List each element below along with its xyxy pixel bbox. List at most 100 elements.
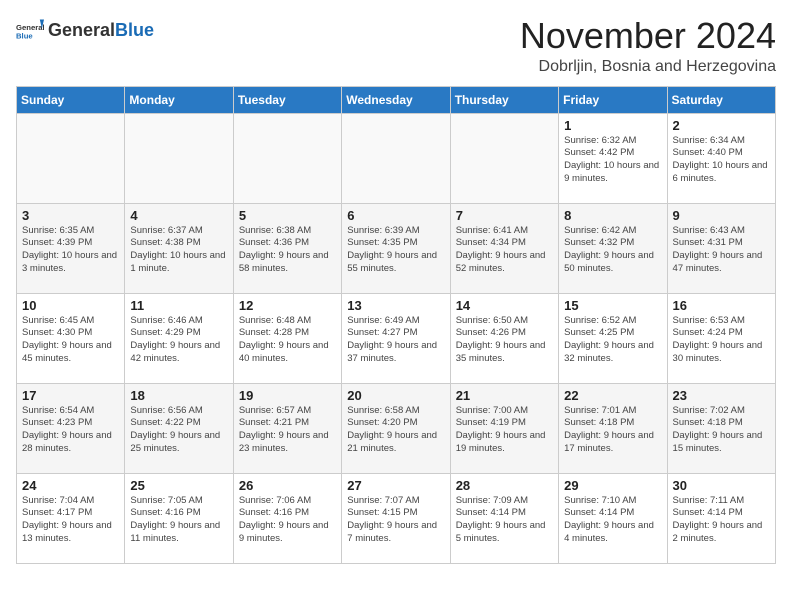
logo-icon: General Blue — [16, 16, 44, 44]
day-info: Sunrise: 7:07 AM Sunset: 4:15 PM Dayligh… — [347, 495, 444, 546]
day-info: Sunrise: 6:35 AM Sunset: 4:39 PM Dayligh… — [22, 225, 119, 276]
day-info: Sunrise: 6:37 AM Sunset: 4:38 PM Dayligh… — [130, 225, 227, 276]
calendar-cell: 3 Sunrise: 6:35 AM Sunset: 4:39 PM Daylig… — [17, 203, 125, 293]
calendar-cell: 23 Sunrise: 7:02 AM Sunset: 4:18 PM Dayli… — [667, 383, 775, 473]
day-number: 9 — [673, 208, 770, 223]
day-info: Sunrise: 7:05 AM Sunset: 4:16 PM Dayligh… — [130, 495, 227, 546]
weekday-header: Sunday — [17, 86, 125, 113]
day-number: 5 — [239, 208, 336, 223]
weekday-header: Friday — [559, 86, 667, 113]
day-number: 8 — [564, 208, 661, 223]
day-number: 2 — [673, 118, 770, 133]
svg-text:Blue: Blue — [16, 31, 33, 40]
day-info: Sunrise: 6:52 AM Sunset: 4:25 PM Dayligh… — [564, 315, 661, 366]
day-info: Sunrise: 6:32 AM Sunset: 4:42 PM Dayligh… — [564, 135, 661, 186]
calendar-cell: 14 Sunrise: 6:50 AM Sunset: 4:26 PM Dayli… — [450, 293, 558, 383]
day-number: 3 — [22, 208, 119, 223]
calendar-cell: 16Sunrise: 6:53 AM Sunset: 4:24 PM Dayli… — [667, 293, 775, 383]
day-number: 4 — [130, 208, 227, 223]
title-area: November 2024 Dobrljin, Bosnia and Herze… — [520, 16, 776, 76]
day-info: Sunrise: 7:00 AM Sunset: 4:19 PM Dayligh… — [456, 405, 553, 456]
day-info: Sunrise: 6:50 AM Sunset: 4:26 PM Dayligh… — [456, 315, 553, 366]
day-info: Sunrise: 7:09 AM Sunset: 4:14 PM Dayligh… — [456, 495, 553, 546]
day-info: Sunrise: 7:04 AM Sunset: 4:17 PM Dayligh… — [22, 495, 119, 546]
day-info: Sunrise: 6:46 AM Sunset: 4:29 PM Dayligh… — [130, 315, 227, 366]
calendar-cell: 1 Sunrise: 6:32 AM Sunset: 4:42 PM Daylig… — [559, 113, 667, 203]
calendar-cell: 2 Sunrise: 6:34 AM Sunset: 4:40 PM Daylig… — [667, 113, 775, 203]
calendar-cell: 13 Sunrise: 6:49 AM Sunset: 4:27 PM Dayli… — [342, 293, 450, 383]
day-info: Sunrise: 7:02 AM Sunset: 4:18 PM Dayligh… — [673, 405, 770, 456]
day-info: Sunrise: 6:53 AM Sunset: 4:24 PM Dayligh… — [673, 315, 770, 366]
calendar-cell — [342, 113, 450, 203]
calendar-cell: 6 Sunrise: 6:39 AM Sunset: 4:35 PM Daylig… — [342, 203, 450, 293]
day-info: Sunrise: 6:48 AM Sunset: 4:28 PM Dayligh… — [239, 315, 336, 366]
day-number: 25 — [130, 478, 227, 493]
calendar-cell: 22Sunrise: 7:01 AM Sunset: 4:18 PM Dayli… — [559, 383, 667, 473]
calendar-cell: 4 Sunrise: 6:37 AM Sunset: 4:38 PM Daylig… — [125, 203, 233, 293]
day-info: Sunrise: 6:58 AM Sunset: 4:20 PM Dayligh… — [347, 405, 444, 456]
weekday-header: Monday — [125, 86, 233, 113]
day-number: 27 — [347, 478, 444, 493]
day-number: 30 — [673, 478, 770, 493]
calendar-cell: 17 Sunrise: 6:54 AM Sunset: 4:23 PM Dayli… — [17, 383, 125, 473]
day-number: 15 — [564, 298, 661, 313]
calendar-cell: 7 Sunrise: 6:41 AM Sunset: 4:34 PM Daylig… — [450, 203, 558, 293]
logo-general-text: General — [48, 20, 115, 41]
day-info: Sunrise: 6:34 AM Sunset: 4:40 PM Dayligh… — [673, 135, 770, 186]
calendar-cell: 28 Sunrise: 7:09 AM Sunset: 4:14 PM Dayli… — [450, 473, 558, 563]
calendar-cell: 5 Sunrise: 6:38 AM Sunset: 4:36 PM Daylig… — [233, 203, 341, 293]
logo: General Blue GeneralBlue — [16, 16, 154, 44]
day-info: Sunrise: 6:38 AM Sunset: 4:36 PM Dayligh… — [239, 225, 336, 276]
day-number: 28 — [456, 478, 553, 493]
day-number: 7 — [456, 208, 553, 223]
calendar-cell: 26 Sunrise: 7:06 AM Sunset: 4:16 PM Dayli… — [233, 473, 341, 563]
day-number: 18 — [130, 388, 227, 403]
day-number: 23 — [673, 388, 770, 403]
day-number: 19 — [239, 388, 336, 403]
calendar-cell: 10 Sunrise: 6:45 AM Sunset: 4:30 PM Dayli… — [17, 293, 125, 383]
svg-text:General: General — [16, 23, 44, 32]
calendar-cell: 19Sunrise: 6:57 AM Sunset: 4:21 PM Dayli… — [233, 383, 341, 473]
calendar-cell: 9 Sunrise: 6:43 AM Sunset: 4:31 PM Daylig… — [667, 203, 775, 293]
day-number: 13 — [347, 298, 444, 313]
calendar-cell: 25 Sunrise: 7:05 AM Sunset: 4:16 PM Dayli… — [125, 473, 233, 563]
day-number: 22 — [564, 388, 661, 403]
day-info: Sunrise: 6:45 AM Sunset: 4:30 PM Dayligh… — [22, 315, 119, 366]
day-info: Sunrise: 7:06 AM Sunset: 4:16 PM Dayligh… — [239, 495, 336, 546]
calendar-cell: 20Sunrise: 6:58 AM Sunset: 4:20 PM Dayli… — [342, 383, 450, 473]
calendar-cell: 18 Sunrise: 6:56 AM Sunset: 4:22 PM Dayli… — [125, 383, 233, 473]
day-info: Sunrise: 6:49 AM Sunset: 4:27 PM Dayligh… — [347, 315, 444, 366]
weekday-header: Thursday — [450, 86, 558, 113]
day-number: 21 — [456, 388, 553, 403]
calendar-table: SundayMondayTuesdayWednesdayThursdayFrid… — [16, 86, 776, 564]
calendar-cell — [125, 113, 233, 203]
calendar-cell — [17, 113, 125, 203]
day-number: 14 — [456, 298, 553, 313]
calendar-cell: 27 Sunrise: 7:07 AM Sunset: 4:15 PM Dayli… — [342, 473, 450, 563]
day-number: 12 — [239, 298, 336, 313]
day-info: Sunrise: 6:39 AM Sunset: 4:35 PM Dayligh… — [347, 225, 444, 276]
weekday-header: Tuesday — [233, 86, 341, 113]
location-title: Dobrljin, Bosnia and Herzegovina — [520, 58, 776, 76]
day-number: 1 — [564, 118, 661, 133]
calendar-cell: 21 Sunrise: 7:00 AM Sunset: 4:19 PM Dayli… — [450, 383, 558, 473]
day-number: 10 — [22, 298, 119, 313]
day-info: Sunrise: 6:43 AM Sunset: 4:31 PM Dayligh… — [673, 225, 770, 276]
day-number: 11 — [130, 298, 227, 313]
day-number: 6 — [347, 208, 444, 223]
day-info: Sunrise: 6:56 AM Sunset: 4:22 PM Dayligh… — [130, 405, 227, 456]
calendar-cell — [450, 113, 558, 203]
month-title: November 2024 — [520, 16, 776, 56]
day-info: Sunrise: 7:10 AM Sunset: 4:14 PM Dayligh… — [564, 495, 661, 546]
day-number: 26 — [239, 478, 336, 493]
calendar-cell: 12 Sunrise: 6:48 AM Sunset: 4:28 PM Dayli… — [233, 293, 341, 383]
calendar-cell: 11 Sunrise: 6:46 AM Sunset: 4:29 PM Dayli… — [125, 293, 233, 383]
calendar-cell: 8Sunrise: 6:42 AM Sunset: 4:32 PM Daylig… — [559, 203, 667, 293]
day-number: 17 — [22, 388, 119, 403]
weekday-header: Wednesday — [342, 86, 450, 113]
weekday-header: Saturday — [667, 86, 775, 113]
calendar-cell: 30Sunrise: 7:11 AM Sunset: 4:14 PM Dayli… — [667, 473, 775, 563]
day-info: Sunrise: 6:41 AM Sunset: 4:34 PM Dayligh… — [456, 225, 553, 276]
day-info: Sunrise: 6:54 AM Sunset: 4:23 PM Dayligh… — [22, 405, 119, 456]
calendar-cell — [233, 113, 341, 203]
